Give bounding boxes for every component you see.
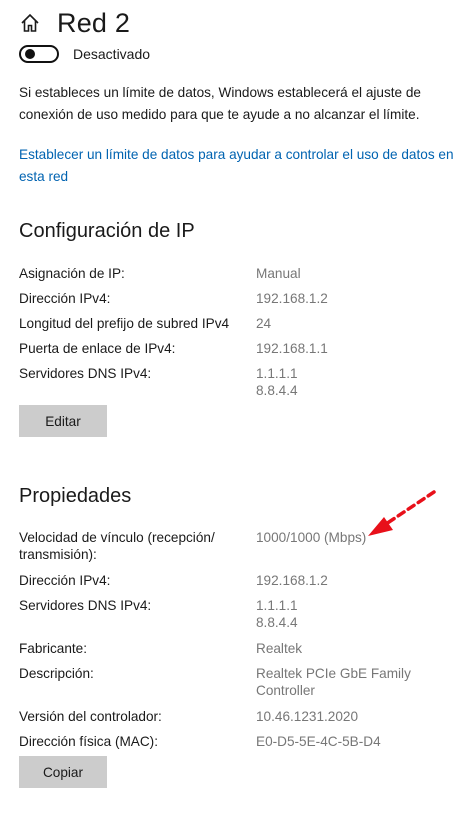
- row-label-secondary: transmisión):: [19, 547, 97, 562]
- row-label: Versión del controlador:: [19, 709, 162, 724]
- row-value: Manual: [256, 266, 301, 281]
- row-value: 24: [256, 316, 272, 331]
- toggle-label: Desactivado: [73, 46, 151, 62]
- metered-connection-toggle-row: Desactivado: [19, 45, 150, 63]
- metered-connection-toggle[interactable]: [19, 45, 59, 63]
- row-label: Descripción:: [19, 666, 94, 681]
- data-limit-link[interactable]: Establecer un límite de datos para ayuda…: [19, 144, 459, 188]
- ip-config-title: Configuración de IP: [19, 220, 195, 242]
- row-label: Servidores DNS IPv4:: [19, 366, 152, 381]
- row-value: 192.168.1.2: [256, 291, 328, 306]
- row-label: Puerta de enlace de IPv4:: [19, 341, 176, 356]
- toggle-knob: [25, 49, 35, 59]
- row-value-secondary: Controller: [256, 683, 315, 698]
- home-icon[interactable]: [19, 12, 41, 34]
- row-label: Dirección IPv4:: [19, 291, 111, 306]
- row-value: E0-D5-5E-4C-5B-D4: [256, 734, 381, 749]
- page-header: Red 2: [19, 6, 130, 40]
- page-title: Red 2: [57, 7, 131, 38]
- row-label: Asignación de IP:: [19, 266, 125, 281]
- row-value: 192.168.1.1: [256, 341, 328, 356]
- copy-button[interactable]: Copiar: [19, 756, 107, 788]
- row-label: Fabricante:: [19, 641, 88, 656]
- network-properties-page: Red 2 Desactivado Si estableces un límit…: [0, 0, 474, 814]
- row-label: Dirección IPv4:: [19, 573, 111, 588]
- row-value: 10.46.1231.2020: [256, 709, 359, 724]
- edit-button[interactable]: Editar: [19, 405, 107, 437]
- row-value-secondary: 8.8.4.4: [256, 383, 298, 398]
- row-label: Servidores DNS IPv4:: [19, 598, 152, 613]
- info-text: Si estableces un límite de datos, Window…: [19, 85, 421, 122]
- row-label: Longitud del prefijo de subred IPv4: [19, 316, 230, 331]
- row-value: 192.168.1.2: [256, 573, 328, 588]
- red-arrow-annotation: [368, 490, 436, 536]
- row-value: Realtek: [256, 641, 303, 656]
- row-label: Dirección física (MAC):: [19, 734, 158, 749]
- row-value-secondary: 8.8.4.4: [256, 615, 298, 630]
- properties-title: Propiedades: [19, 485, 132, 507]
